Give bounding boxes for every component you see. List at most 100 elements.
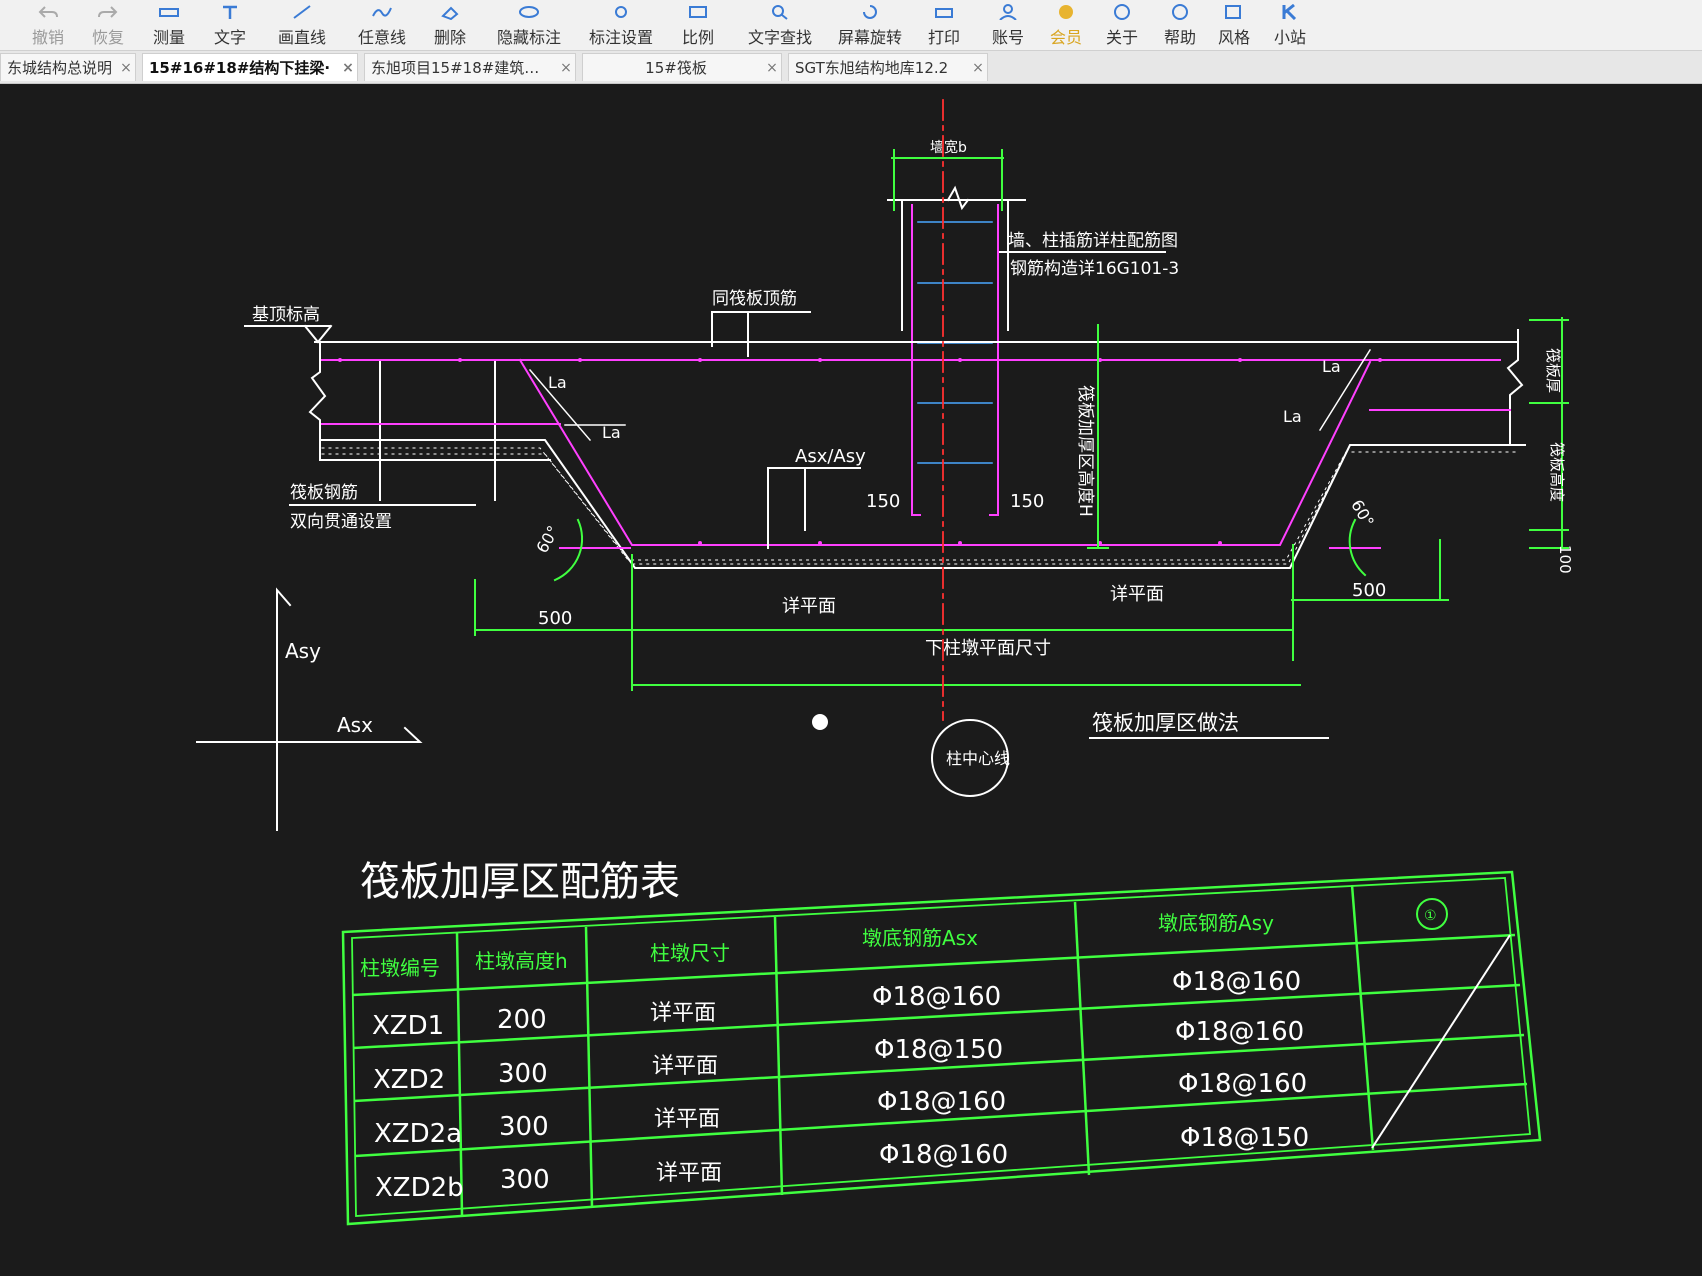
line-icon <box>289 3 315 21</box>
hand-cursor-icon <box>812 714 828 730</box>
cell-id: XZD1 <box>372 1011 444 1041</box>
tab-beam-drawing[interactable]: 15#16#18#结构下挂梁· × <box>142 53 358 81</box>
toolbar-label: 屏幕旋转 <box>837 28 902 47</box>
same-top-rebar-label: 同筏板顶筋 <box>712 289 797 309</box>
close-icon[interactable]: × <box>557 60 575 76</box>
text-search-button[interactable]: 文字查找 <box>745 2 815 48</box>
la-label-3: La <box>1322 357 1341 376</box>
undo-icon <box>35 3 61 21</box>
close-icon[interactable]: × <box>763 60 781 76</box>
hide-annotation-button[interactable]: 隐藏标注 <box>494 2 564 48</box>
tab-label: 15#16#18#结构下挂梁· <box>149 59 331 77</box>
toolbar-label: 恢复 <box>91 28 124 47</box>
station-button[interactable]: 小站 <box>1270 2 1310 48</box>
close-icon[interactable]: × <box>339 60 357 76</box>
account-button[interactable]: 账号 <box>988 2 1028 48</box>
delete-icon <box>437 3 463 21</box>
scale-button[interactable]: 比例 <box>678 2 718 48</box>
cell-asy: Φ18@160 <box>1178 1069 1307 1099</box>
tab-raft[interactable]: 15#筏板 × <box>582 53 782 81</box>
wall-column <box>887 185 1026 331</box>
header-pier-id: 柱墩编号 <box>360 956 440 980</box>
la-label-2: La <box>602 423 621 442</box>
cell-size: 详平面 <box>656 1161 722 1186</box>
scale-icon <box>685 3 711 21</box>
close-icon[interactable]: × <box>969 60 987 76</box>
tab-bar: 东城结构总说明 × 15#16#18#结构下挂梁· × 东旭项目15#18#建筑… <box>0 51 1702 84</box>
rotate-screen-button[interactable]: 屏幕旋转 <box>835 2 905 48</box>
toolbar-label: 帮助 <box>1163 28 1196 47</box>
cell-id: XZD2a <box>374 1119 462 1149</box>
top-elevation-label: 基顶标高 <box>252 305 320 325</box>
wall-note-1: 墙、柱插筋详柱配筋图 <box>1008 231 1178 251</box>
header-pier-size: 柱墩尺寸 <box>650 941 730 965</box>
help-button[interactable]: 帮助 <box>1160 2 1200 48</box>
text-button[interactable]: 文字 <box>210 2 250 48</box>
asx-asy-label: Asx/Asy <box>795 446 866 467</box>
wall-note-2: 钢筋构造详16G101-3 <box>1010 259 1179 279</box>
raft-height-label: 筏板高度 <box>1548 442 1566 502</box>
cell-height: 200 <box>497 1005 547 1035</box>
print-icon <box>931 3 957 21</box>
raft-rebar-note-1: 筏板钢筋 <box>290 483 358 503</box>
toolbar: 撤销 恢复 测量 文字 画直线 任意线 删除 隐藏标注 标注设置 比例 文字查找 <box>0 0 1702 51</box>
toolbar-label: 任意线 <box>357 28 406 47</box>
about-button[interactable]: 关于 <box>1102 2 1142 48</box>
help-icon <box>1167 3 1193 21</box>
delete-button[interactable]: 删除 <box>430 2 470 48</box>
cell-height: 300 <box>500 1165 550 1195</box>
style-button[interactable]: 风格 <box>1214 2 1254 48</box>
tab-architecture[interactable]: 东旭项目15#18#建筑… × <box>364 53 576 81</box>
station-icon <box>1277 3 1303 21</box>
toolbar-label: 文字 <box>213 28 246 47</box>
raft-rebar-note-2: 双向贯通设置 <box>290 512 392 532</box>
tab-structure-notes[interactable]: 东城结构总说明 × <box>0 53 136 81</box>
section-detail: 墙宽b 墙、柱插筋详柱配筋图 钢筋构造详16G101-3 La La La La… <box>196 99 1574 831</box>
cell-asy: Φ18@150 <box>1180 1123 1309 1153</box>
dim-150-left: 150 <box>866 491 900 512</box>
cell-asx: Φ18@160 <box>877 1087 1006 1117</box>
wall-width-label: 墙宽b <box>930 139 967 156</box>
style-icon <box>1221 3 1247 21</box>
concrete-outline <box>308 329 1526 569</box>
cell-asx: Φ18@160 <box>879 1140 1008 1170</box>
cell-asy: Φ18@160 <box>1175 1017 1304 1047</box>
header-pier-height: 柱墩高度h <box>475 949 568 973</box>
text-icon <box>217 3 243 21</box>
redo-button[interactable]: 恢复 <box>88 2 128 48</box>
header-circle-1: ① <box>1424 908 1437 924</box>
tab-garage[interactable]: SGT东旭结构地库12.2 × <box>788 53 988 81</box>
header-asy: 墩底钢筋Asy <box>1158 911 1274 935</box>
vip-button[interactable]: 会员 <box>1046 2 1086 48</box>
annotation-settings-button[interactable]: 标注设置 <box>586 2 656 48</box>
tab-label: SGT东旭结构地库12.2 <box>795 59 949 77</box>
info-icon <box>1109 3 1135 21</box>
annotation-settings-icon <box>608 3 634 21</box>
toolbar-label: 测量 <box>152 28 185 47</box>
axis-asy-label: Asy <box>285 639 321 663</box>
toolbar-label: 账号 <box>991 28 1024 47</box>
detail-title: 筏板加厚区做法 <box>1092 711 1239 735</box>
print-button[interactable]: 打印 <box>924 2 964 48</box>
close-icon[interactable]: × <box>117 60 135 76</box>
dim-500-right: 500 <box>1352 580 1386 601</box>
draw-line-button[interactable]: 画直线 <box>275 2 329 48</box>
dim-500-left: 500 <box>538 608 572 629</box>
toolbar-label: 文字查找 <box>747 28 812 47</box>
axis-asx-label: Asx <box>337 713 373 737</box>
cell-height: 300 <box>498 1059 548 1089</box>
drawing-canvas[interactable]: 墙宽b 墙、柱插筋详柱配筋图 钢筋构造详16G101-3 La La La La… <box>0 84 1702 1276</box>
cell-id: XZD2 <box>373 1065 445 1095</box>
dim-100-label: 100 <box>1556 545 1574 574</box>
toolbar-label: 撤销 <box>31 28 64 47</box>
freehand-button[interactable]: 任意线 <box>355 2 409 48</box>
dim-150-right: 150 <box>1010 491 1044 512</box>
cell-height: 300 <box>499 1112 549 1142</box>
toolbar-label: 打印 <box>927 28 960 47</box>
cell-asx: Φ18@160 <box>872 982 1001 1012</box>
undo-button[interactable]: 撤销 <box>28 2 68 48</box>
cell-size: 详平面 <box>652 1054 718 1079</box>
raft-rebar <box>321 358 1511 549</box>
asx-asy-axes <box>196 587 423 831</box>
measure-button[interactable]: 测量 <box>149 2 189 48</box>
